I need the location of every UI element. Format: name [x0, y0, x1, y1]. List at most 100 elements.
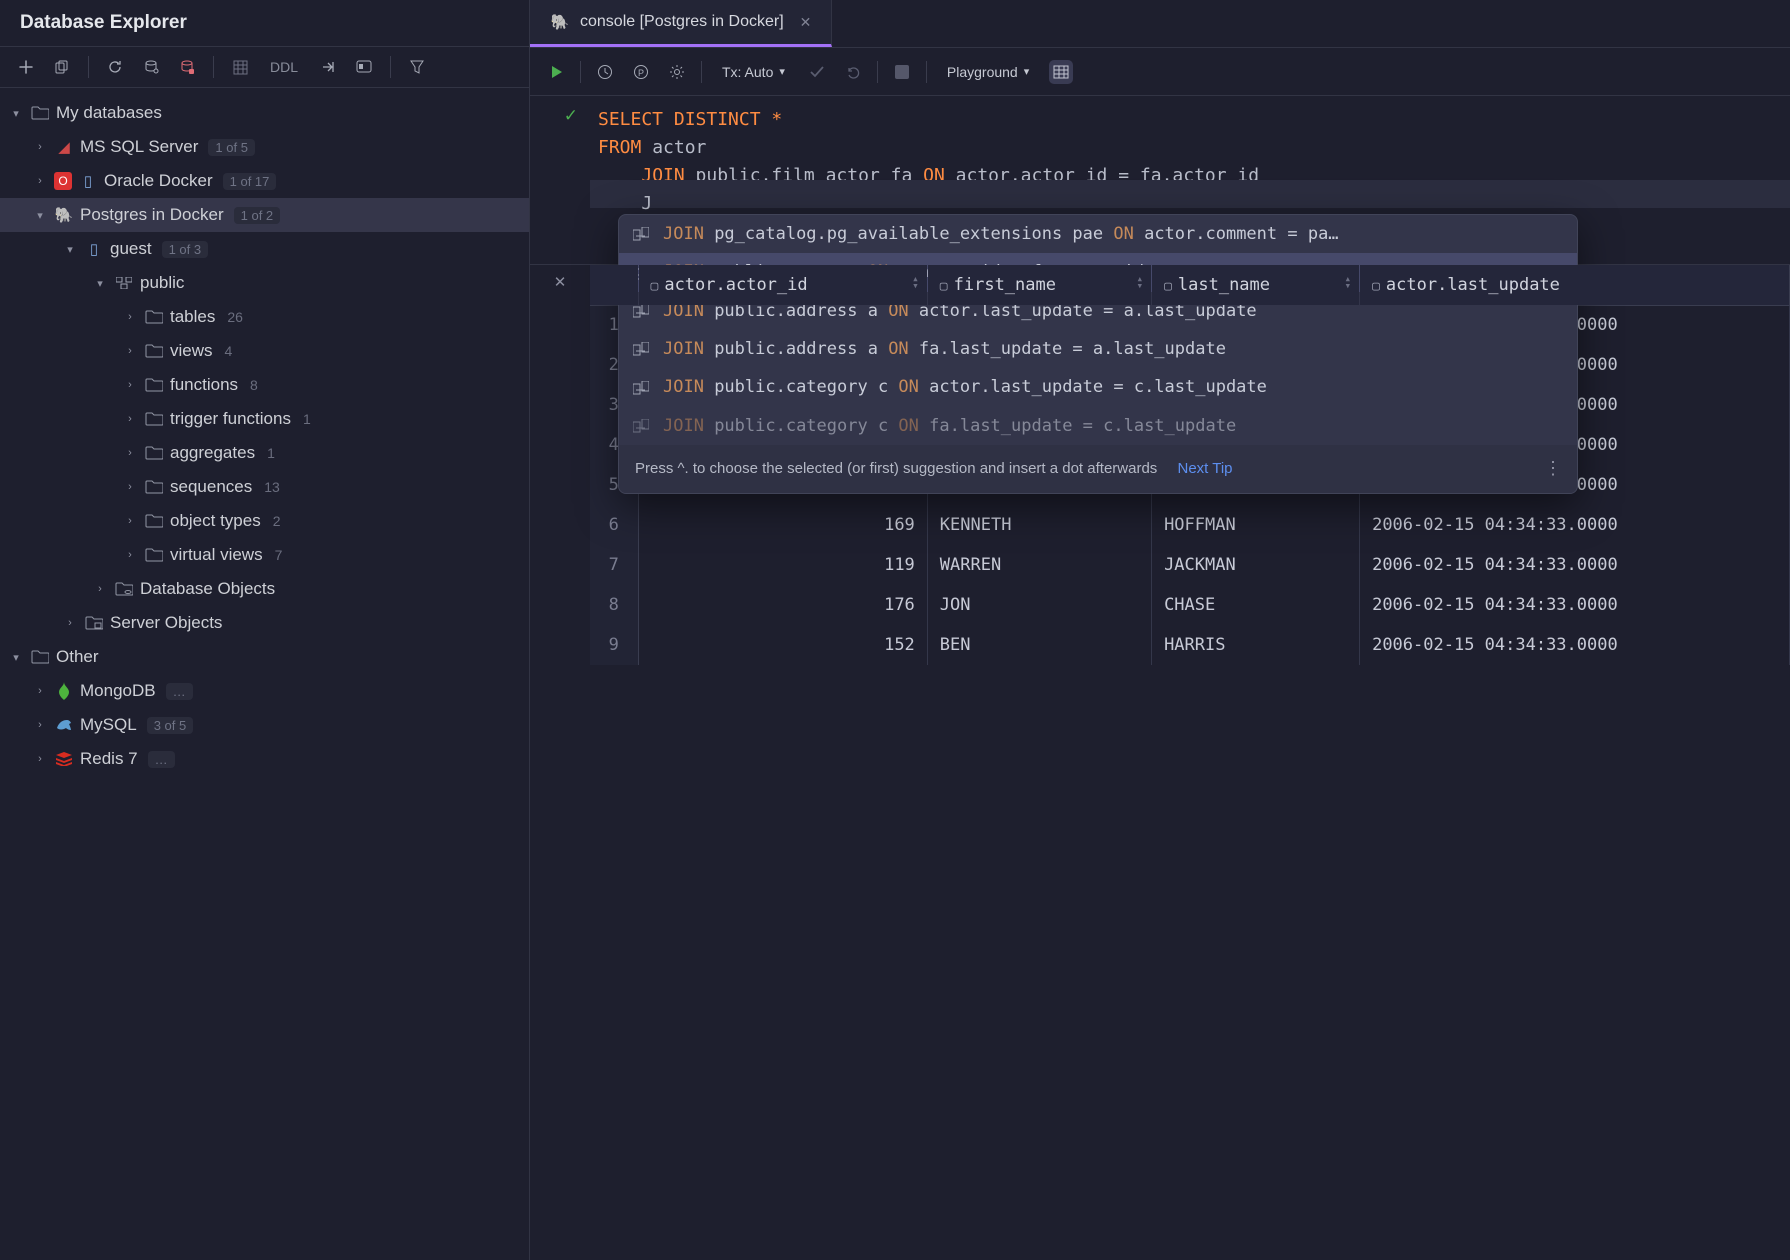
chevron-right-icon: ›: [122, 311, 138, 323]
run-button[interactable]: [544, 60, 568, 84]
count-badge: 1 of 3: [162, 241, 209, 258]
table-row[interactable]: 8176JONCHASE2006-02-15 04:34:33.0000: [590, 585, 1790, 625]
chevron-right-icon: ›: [122, 345, 138, 357]
tree-label: Postgres in Docker: [80, 205, 224, 225]
table-row[interactable]: 7119WARRENJACKMAN2006-02-15 04:34:33.000…: [590, 545, 1790, 585]
row-number-header: [590, 265, 638, 306]
column-header-actor-id[interactable]: ▢actor.actor_id▴▾: [638, 265, 927, 306]
commit-button[interactable]: [805, 60, 829, 84]
cell-last-update[interactable]: 2006-02-15 04:34:33.0000: [1360, 545, 1790, 585]
stop-connection-button[interactable]: [175, 55, 199, 79]
playground-label: Playground: [947, 64, 1018, 80]
column-icon: ▢: [651, 279, 659, 294]
column-icon: ▢: [940, 279, 948, 294]
cell-first-name[interactable]: WARREN: [927, 545, 1151, 585]
refresh-button[interactable]: [103, 55, 127, 79]
tree-node-database-objects[interactable]: › Database Objects: [0, 572, 529, 606]
tree-node-my-databases[interactable]: ▾ My databases: [0, 96, 529, 130]
cell-actor-id[interactable]: 176: [638, 585, 927, 625]
sidebar-title: Database Explorer: [0, 0, 529, 47]
tree-label: sequences: [170, 477, 252, 497]
tree-node-mysql[interactable]: › MySQL 3 of 5: [0, 708, 529, 742]
cell-actor-id[interactable]: 152: [638, 625, 927, 665]
autocomplete-item[interactable]: JOIN public.category c ON actor.last_upd…: [619, 368, 1577, 406]
toolbar-separator: [88, 56, 89, 78]
column-header-last-update[interactable]: ▢actor.last_update: [1360, 265, 1790, 306]
tree-node-postgres[interactable]: ▾ 🐘 Postgres in Docker 1 of 2: [0, 198, 529, 232]
tree-node-oracle[interactable]: › O ▯ Oracle Docker 1 of 17: [0, 164, 529, 198]
close-results-button[interactable]: ✕: [530, 265, 590, 666]
tree-node-object-types[interactable]: ›object types2: [0, 504, 529, 538]
ddl-button[interactable]: DDL: [264, 57, 304, 77]
tree-node-mongodb[interactable]: › MongoDB …: [0, 674, 529, 708]
transaction-mode-button[interactable]: Tx: Auto ▾: [714, 60, 793, 84]
tree-node-virtual-views[interactable]: ›virtual views7: [0, 538, 529, 572]
tab-console[interactable]: 🐘 console [Postgres in Docker] ✕: [530, 0, 832, 47]
cell-first-name[interactable]: JON: [927, 585, 1151, 625]
autocomplete-item[interactable]: JOIN pg_catalog.pg_available_extensions …: [619, 215, 1577, 253]
view-options-button[interactable]: [352, 55, 376, 79]
rollback-button[interactable]: [841, 60, 865, 84]
editor-content[interactable]: SELECT DISTINCT * FROM actor JOIN public…: [590, 96, 1790, 228]
close-tab-button[interactable]: ✕: [800, 14, 812, 31]
sort-icon[interactable]: ▴▾: [1344, 275, 1351, 290]
cell-last-name[interactable]: CHASE: [1152, 585, 1360, 625]
sort-icon[interactable]: ▴▾: [912, 275, 919, 290]
table-row[interactable]: 9152BENHARRIS2006-02-15 04:34:33.0000: [590, 625, 1790, 665]
jump-to-source-button[interactable]: [316, 55, 340, 79]
cell-last-update[interactable]: 2006-02-15 04:34:33.0000: [1360, 585, 1790, 625]
folder-icon: [84, 613, 104, 633]
cell-last-name[interactable]: JACKMAN: [1152, 545, 1360, 585]
table-icon-button[interactable]: [228, 55, 252, 79]
chevron-right-icon: ›: [32, 175, 48, 187]
next-tip-link[interactable]: Next Tip: [1177, 460, 1232, 477]
add-datasource-button[interactable]: [14, 55, 38, 79]
explain-plan-button[interactable]: P: [629, 60, 653, 84]
tree-node-tables[interactable]: ›tables26: [0, 300, 529, 334]
sql-editor[interactable]: ✓ SELECT DISTINCT * FROM actor JOIN publ…: [530, 96, 1790, 228]
filter-button[interactable]: [405, 55, 429, 79]
tree-node-mssql[interactable]: › ◢ MS SQL Server 1 of 5: [0, 130, 529, 164]
toolbar-separator: [213, 56, 214, 78]
tree-node-server-objects[interactable]: › Server Objects: [0, 606, 529, 640]
settings-button[interactable]: [665, 60, 689, 84]
cancel-query-button[interactable]: [890, 60, 914, 84]
tree-node-redis[interactable]: › Redis 7 …: [0, 742, 529, 776]
count-badge: …: [166, 683, 193, 700]
cell-actor-id[interactable]: 169: [638, 505, 927, 545]
sql-partial-input: J: [641, 193, 652, 214]
more-options-icon[interactable]: ⋮: [1544, 455, 1561, 483]
tree-node-views[interactable]: ›views4: [0, 334, 529, 368]
tree-node-aggregates[interactable]: ›aggregates1: [0, 436, 529, 470]
folder-icon: [144, 511, 164, 531]
sync-button[interactable]: [139, 55, 163, 79]
tree-node-functions[interactable]: ›functions8: [0, 368, 529, 402]
column-header-last-name[interactable]: ▢last_name▴▾: [1152, 265, 1360, 306]
cell-last-update[interactable]: 2006-02-15 04:34:33.0000: [1360, 505, 1790, 545]
cell-last-name[interactable]: HOFFMAN: [1152, 505, 1360, 545]
playground-button[interactable]: Playground ▾: [939, 60, 1037, 84]
cell-last-update[interactable]: 2006-02-15 04:34:33.0000: [1360, 625, 1790, 665]
autocomplete-item[interactable]: JOIN public.address a ON fa.last_update …: [619, 330, 1577, 368]
autocomplete-item[interactable]: JOIN public.category c ON fa.last_update…: [619, 407, 1577, 445]
tree-node-sequences[interactable]: ›sequences13: [0, 470, 529, 504]
sort-icon[interactable]: ▴▾: [1136, 275, 1143, 290]
tree-label: My databases: [56, 103, 162, 123]
output-mode-button[interactable]: [1049, 60, 1073, 84]
cell-first-name[interactable]: KENNETH: [927, 505, 1151, 545]
duplicate-button[interactable]: [50, 55, 74, 79]
tree-node-other[interactable]: ▾ Other: [0, 640, 529, 674]
tree-node-public-schema[interactable]: ▾ public: [0, 266, 529, 300]
chevron-down-icon: ▾: [32, 209, 48, 222]
tree-node-trigger-functions[interactable]: ›trigger functions1: [0, 402, 529, 436]
table-row[interactable]: 6169KENNETHHOFFMAN2006-02-15 04:34:33.00…: [590, 505, 1790, 545]
hint-text: Press ^. to choose the selected (or firs…: [635, 460, 1157, 477]
cell-actor-id[interactable]: 119: [638, 545, 927, 585]
tree-node-guest-db[interactable]: ▾ ▯ guest 1 of 3: [0, 232, 529, 266]
tree-label: guest: [110, 239, 152, 259]
column-header-first-name[interactable]: ▢first_name▴▾: [927, 265, 1151, 306]
cell-first-name[interactable]: BEN: [927, 625, 1151, 665]
folder-icon: [144, 341, 164, 361]
history-button[interactable]: [593, 60, 617, 84]
cell-last-name[interactable]: HARRIS: [1152, 625, 1360, 665]
